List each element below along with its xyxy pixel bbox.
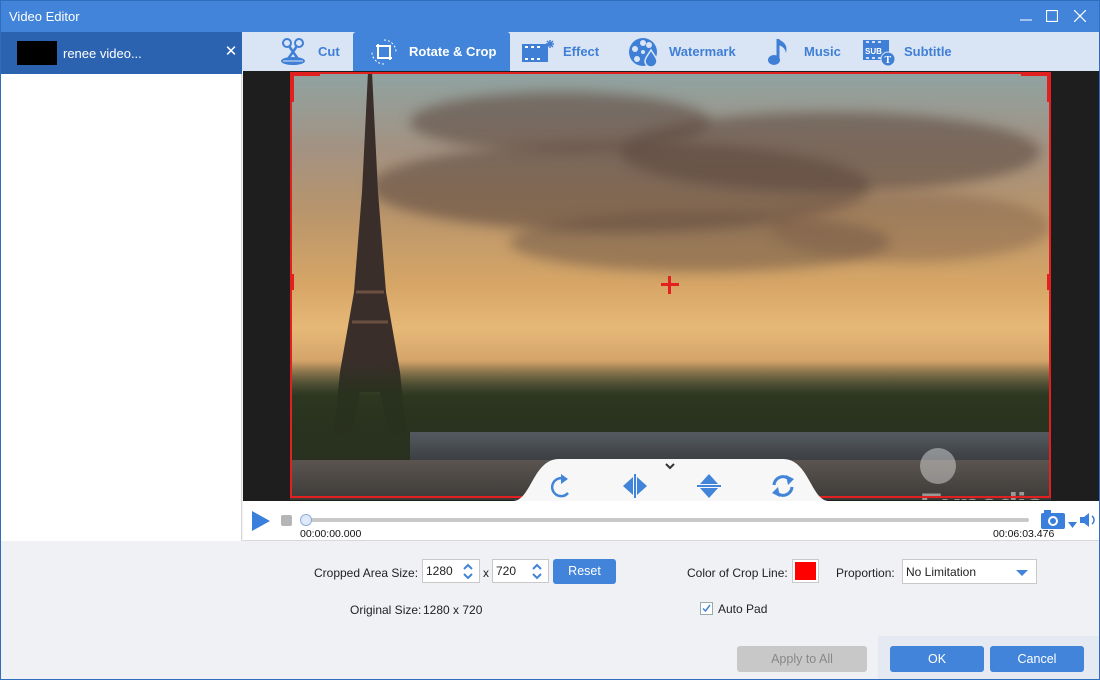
rotate-clockwise-button[interactable]: [547, 473, 575, 499]
close-icon: [1074, 10, 1086, 22]
film-reel-drop-icon: [627, 36, 661, 68]
film-sparkle-icon: [521, 36, 555, 68]
ok-button[interactable]: OK: [890, 646, 984, 672]
original-size-value: 1280 x 720: [423, 603, 483, 617]
stop-button[interactable]: [281, 515, 292, 526]
music-note-icon: [762, 36, 796, 68]
remove-file-button[interactable]: ✕: [221, 42, 241, 62]
tab-subtitle[interactable]: SUB T Subtitle: [862, 32, 952, 71]
video-preview: Expedia: [243, 71, 1099, 501]
camera-icon: [1041, 510, 1065, 529]
tab-music[interactable]: Music: [762, 32, 841, 71]
current-time: 00:00:00.000: [300, 528, 362, 540]
title-bar: Video Editor: [1, 1, 1099, 32]
rotate-tool-tray: [513, 459, 829, 501]
playback-bar: 00:00:00.000 00:06:03.476: [243, 501, 1099, 541]
maximize-button[interactable]: [1039, 5, 1065, 27]
proportion-label: Proportion:: [836, 566, 895, 580]
crop-line-color-label: Color of Crop Line:: [687, 566, 788, 580]
times-sign: x: [483, 566, 489, 580]
tab-effect[interactable]: Effect: [521, 32, 599, 71]
tab-label: Effect: [563, 44, 600, 59]
tab-label: Watermark: [669, 44, 736, 59]
play-button[interactable]: [251, 510, 271, 532]
proportion-select[interactable]: No Limitation: [902, 559, 1037, 584]
window-title: Video Editor: [9, 9, 80, 24]
crop-handle-top-left[interactable]: [290, 72, 320, 76]
crop-handle-left[interactable]: [290, 274, 294, 290]
snapshot-button[interactable]: [1040, 510, 1066, 530]
spinner-arrows-icon[interactable]: [532, 563, 542, 580]
tab-label: Music: [804, 44, 841, 59]
rotate-clockwise-icon: [550, 474, 569, 498]
crop-line-color-picker[interactable]: [792, 559, 819, 583]
tab-label: Subtitle: [904, 44, 952, 59]
file-name: renee video...: [63, 46, 142, 61]
tab-label: Rotate & Crop: [409, 44, 497, 59]
auto-pad-checkbox[interactable]: [700, 602, 713, 615]
caret-down-icon: [1068, 522, 1077, 528]
crop-width-stepper[interactable]: 1280: [422, 559, 480, 583]
original-size-label: Original Size:: [350, 603, 422, 617]
chevron-down-icon: [665, 463, 675, 470]
flip-vertical-button[interactable]: [695, 473, 723, 499]
minimize-icon: [1020, 19, 1032, 21]
crop-center-crosshair[interactable]: [661, 276, 679, 294]
video-thumbnail: [17, 41, 57, 65]
tab-watermark[interactable]: Watermark: [627, 32, 736, 71]
spinner-arrows-icon[interactable]: [463, 563, 473, 580]
crop-rotate-icon: [367, 36, 401, 68]
svg-text:SUB: SUB: [865, 47, 882, 56]
snapshot-options-dropdown[interactable]: [1068, 517, 1077, 528]
crop-height-value: 720: [496, 564, 517, 578]
play-icon: [252, 511, 270, 531]
checkmark-icon: [702, 604, 711, 613]
tab-rotate-crop[interactable]: Rotate & Crop: [353, 32, 510, 71]
flip-horizontal-icon: [623, 474, 647, 498]
cancel-button[interactable]: Cancel: [990, 646, 1084, 672]
reset-button[interactable]: Reset: [553, 559, 616, 584]
flip-horizontal-button[interactable]: [621, 473, 649, 499]
caret-down-icon: [1016, 570, 1028, 576]
file-list-sidebar: renee video... ✕: [1, 32, 242, 541]
tab-cut[interactable]: Cut: [276, 32, 340, 71]
crop-height-stepper[interactable]: 720: [492, 559, 549, 583]
scissors-icon: [276, 36, 310, 68]
subtitle-icon: SUB T: [862, 36, 896, 68]
seek-bar[interactable]: [301, 518, 1029, 522]
auto-pad-label: Auto Pad: [718, 602, 768, 616]
close-window-button[interactable]: [1067, 5, 1093, 27]
speaker-icon: [1080, 513, 1095, 527]
seek-thumb[interactable]: [300, 514, 312, 526]
cropped-area-size-label: Cropped Area Size:: [314, 566, 419, 580]
close-icon: ✕: [224, 43, 238, 60]
video-watermark: Expedia: [920, 448, 1051, 500]
file-list-item[interactable]: renee video... ✕: [1, 32, 242, 74]
color-swatch-fill: [795, 562, 816, 580]
maximize-icon: [1046, 10, 1058, 22]
proportion-value: No Limitation: [906, 565, 977, 579]
crop-handle-top-right[interactable]: [1047, 72, 1051, 102]
collapse-tray-button[interactable]: [663, 461, 677, 471]
editor-tab-bar: Cut Rotate & Crop Effect Watermark Music…: [242, 32, 1099, 71]
svg-text:T: T: [885, 55, 892, 66]
crop-width-value: 1280: [426, 564, 453, 578]
minimize-button[interactable]: [1013, 5, 1039, 27]
refresh-icon: [772, 475, 794, 497]
flip-vertical-icon: [697, 474, 721, 498]
reset-rotation-button[interactable]: [769, 473, 797, 499]
crop-settings-panel: Cropped Area Size: 1280 x 720 Reset Orig…: [1, 542, 1099, 679]
volume-button[interactable]: [1079, 511, 1097, 529]
apply-to-all-button[interactable]: Apply to All: [737, 646, 867, 672]
tab-label: Cut: [318, 44, 340, 59]
crop-handle-top-left[interactable]: [290, 72, 294, 102]
video-editor-window: Video Editor renee video... ✕ Cut Rotate…: [0, 0, 1100, 680]
crop-handle-right[interactable]: [1047, 274, 1051, 290]
